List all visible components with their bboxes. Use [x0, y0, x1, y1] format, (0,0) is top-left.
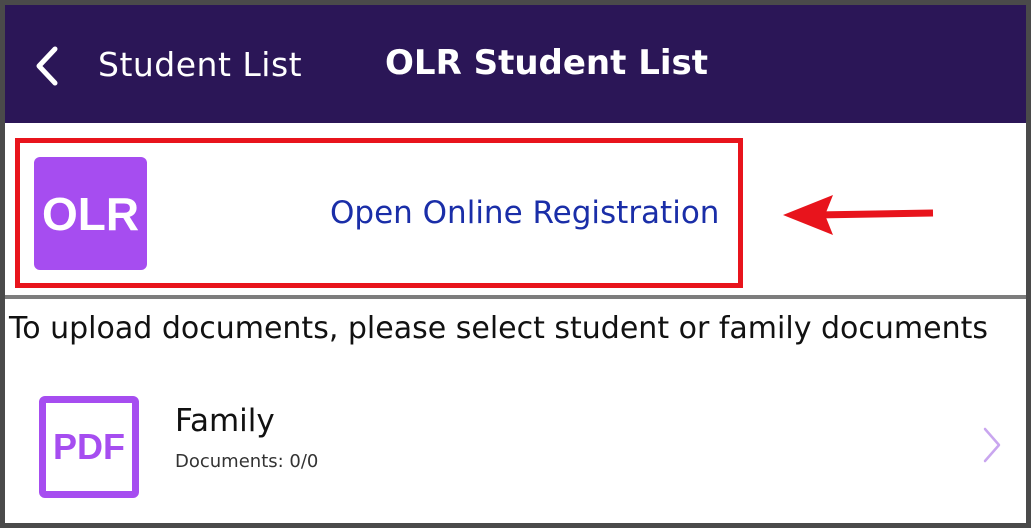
app-frame: Student List OLR Student List OLR Open O…	[0, 0, 1031, 528]
pdf-icon: PDF	[39, 396, 139, 498]
page-title: OLR Student List	[385, 43, 709, 83]
family-documents-row[interactable]: PDF Family Documents: 0/0	[5, 383, 1026, 523]
chevron-right-icon[interactable]	[981, 425, 1003, 465]
olr-badge-icon: OLR	[34, 157, 147, 270]
section-divider	[5, 295, 1026, 299]
back-button-label[interactable]: Student List	[98, 45, 302, 84]
family-title: Family	[175, 403, 275, 439]
olr-row[interactable]: OLR Open Online Registration	[5, 123, 1026, 295]
open-online-registration-link[interactable]: Open Online Registration	[330, 195, 719, 231]
red-arrow-icon	[783, 195, 934, 235]
upload-instruction-text: To upload documents, please select stude…	[9, 311, 988, 346]
documents-count: Documents: 0/0	[175, 451, 319, 472]
app-header: Student List OLR Student List	[5, 5, 1026, 123]
back-chevron-icon[interactable]	[33, 45, 63, 87]
